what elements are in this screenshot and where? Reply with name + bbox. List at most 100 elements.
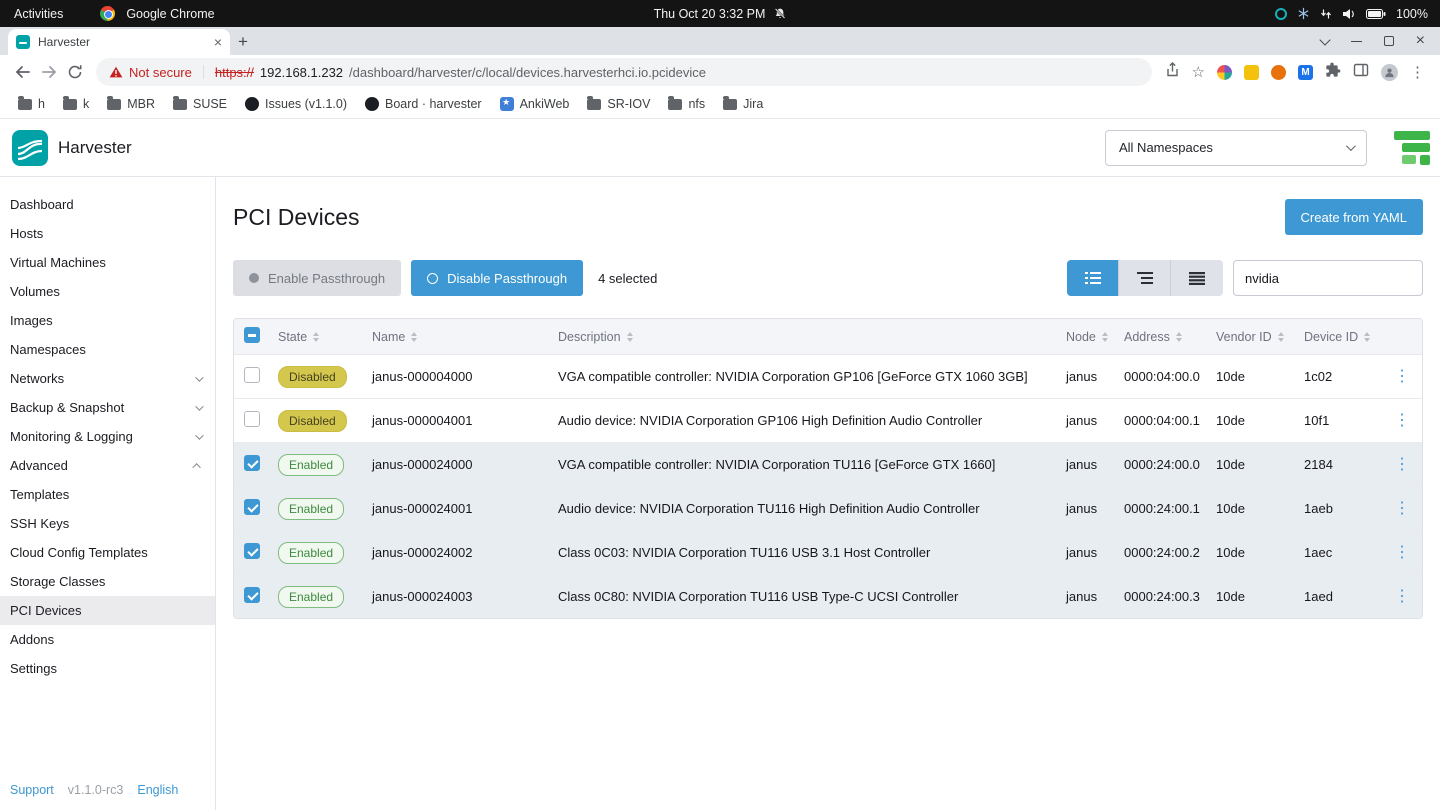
sidebar-item-advanced[interactable]: Advanced <box>0 451 215 480</box>
extension-m-icon[interactable]: M <box>1298 65 1313 80</box>
sidebar-item-namespaces[interactable]: Namespaces <box>0 335 215 364</box>
row-checkbox[interactable] <box>244 499 260 515</box>
volume-icon <box>1342 8 1356 20</box>
side-panel-icon[interactable] <box>1353 62 1369 83</box>
close-window-button[interactable]: × <box>1416 33 1425 49</box>
table-row: Enabled janus-000024002 Class 0C03: NVID… <box>234 530 1422 574</box>
state-badge: Enabled <box>278 542 344 564</box>
bookmark-item[interactable]: Jira <box>715 94 771 114</box>
list-view-button[interactable] <box>1067 260 1119 296</box>
device-node: janus <box>1058 413 1116 428</box>
row-actions-menu-icon[interactable]: ⋮ <box>1394 457 1410 473</box>
sidebar-item-pci-devices[interactable]: PCI Devices <box>0 596 215 625</box>
profile-avatar[interactable] <box>1381 64 1398 81</box>
sidebar: Dashboard Hosts Virtual Machines Volumes… <box>0 177 216 810</box>
column-header-state[interactable]: State <box>270 330 364 344</box>
sidebar-item-cloud-config-templates[interactable]: Cloud Config Templates <box>0 538 215 567</box>
row-actions-menu-icon[interactable]: ⋮ <box>1394 589 1410 605</box>
bookmark-item[interactable]: k <box>55 94 97 114</box>
bookmark-item[interactable]: SUSE <box>165 94 235 114</box>
flat-view-button[interactable] <box>1171 260 1223 296</box>
row-actions-menu-icon[interactable]: ⋮ <box>1394 369 1410 385</box>
sidebar-item-backup-snapshot[interactable]: Backup & Snapshot <box>0 393 215 422</box>
clock-text: Thu Oct 20 3:32 PM <box>654 7 766 21</box>
row-checkbox[interactable] <box>244 543 260 559</box>
device-description: VGA compatible controller: NVIDIA Corpor… <box>550 457 1058 472</box>
search-input[interactable] <box>1233 260 1423 296</box>
bookmark-star-icon[interactable]: ☆ <box>1192 65 1205 80</box>
bookmark-item[interactable]: Board · harvester <box>357 94 490 114</box>
enable-passthrough-button[interactable]: Enable Passthrough <box>233 260 401 296</box>
column-header-description[interactable]: Description <box>550 330 1058 344</box>
disable-passthrough-button[interactable]: Disable Passthrough <box>411 260 583 296</box>
sidebar-item-virtual-machines[interactable]: Virtual Machines <box>0 248 215 277</box>
notifications-muted-icon <box>773 7 786 20</box>
sidebar-item-addons[interactable]: Addons <box>0 625 215 654</box>
column-header-address[interactable]: Address <box>1116 330 1208 344</box>
address-bar[interactable]: Not secure https://192.168.1.232/dashboa… <box>96 58 1152 86</box>
browser-menu-kebab-icon[interactable]: ⋮ <box>1410 63 1425 81</box>
sidebar-item-networks[interactable]: Networks <box>0 364 215 393</box>
row-checkbox[interactable] <box>244 411 260 427</box>
sidebar-item-images[interactable]: Images <box>0 306 215 335</box>
focused-app-name[interactable]: Google Chrome <box>126 7 214 21</box>
sidebar-item-dashboard[interactable]: Dashboard <box>0 190 215 219</box>
bookmark-item[interactable]: MBR <box>99 94 163 114</box>
system-tray[interactable]: 100% <box>1275 7 1440 21</box>
device-description: Audio device: NVIDIA Corporation TU116 H… <box>550 501 1058 516</box>
maximize-button[interactable] <box>1384 36 1394 46</box>
sidebar-item-templates[interactable]: Templates <box>0 480 215 509</box>
sidebar-item-storage-classes[interactable]: Storage Classes <box>0 567 215 596</box>
minimize-button[interactable] <box>1351 41 1362 42</box>
extension-pinwheel-icon[interactable] <box>1217 65 1232 80</box>
back-button[interactable] <box>10 59 36 85</box>
main-content: PCI Devices Create from YAML Enable Pass… <box>216 177 1440 810</box>
device-vendor-id: 10de <box>1208 413 1296 428</box>
bookmark-item[interactable]: nfs <box>660 94 713 114</box>
device-address: 0000:24:00.1 <box>1116 501 1208 516</box>
column-header-device-id[interactable]: Device ID <box>1296 330 1382 344</box>
forward-button[interactable] <box>36 59 62 85</box>
row-actions-menu-icon[interactable]: ⋮ <box>1394 413 1410 429</box>
sidebar-item-ssh-keys[interactable]: SSH Keys <box>0 509 215 538</box>
extensions-puzzle-icon[interactable] <box>1325 62 1341 83</box>
sidebar-item-monitoring-logging[interactable]: Monitoring & Logging <box>0 422 215 451</box>
row-checkbox[interactable] <box>244 587 260 603</box>
view-toggle-group <box>1067 260 1223 296</box>
share-icon[interactable] <box>1165 62 1180 82</box>
row-checkbox[interactable] <box>244 367 260 383</box>
state-badge: Enabled <box>278 586 344 608</box>
row-actions-menu-icon[interactable]: ⋮ <box>1394 501 1410 517</box>
bookmark-item[interactable]: SR-IOV <box>579 94 658 114</box>
support-link[interactable]: Support <box>10 783 54 797</box>
column-header-name[interactable]: Name <box>364 330 550 344</box>
namespace-select[interactable]: All Namespaces <box>1105 130 1367 166</box>
tab-search-chevron-icon[interactable] <box>1319 34 1330 45</box>
tab-close-icon[interactable]: × <box>214 35 222 49</box>
bookmark-item[interactable]: AnkiWeb <box>492 94 578 114</box>
extension-yellow-icon[interactable] <box>1244 65 1259 80</box>
folder-icon <box>18 99 32 110</box>
sidebar-item-hosts[interactable]: Hosts <box>0 219 215 248</box>
sidebar-item-settings[interactable]: Settings <box>0 654 215 683</box>
row-checkbox[interactable] <box>244 455 260 471</box>
row-actions-menu-icon[interactable]: ⋮ <box>1394 545 1410 561</box>
device-description: Audio device: NVIDIA Corporation GP106 H… <box>550 413 1058 428</box>
extension-orange-icon[interactable] <box>1271 65 1286 80</box>
column-header-node[interactable]: Node <box>1058 330 1116 344</box>
state-badge: Enabled <box>278 498 344 520</box>
browser-tab-harvester[interactable]: Harvester × <box>8 29 230 55</box>
column-header-vendor-id[interactable]: Vendor ID <box>1208 330 1296 344</box>
bookmark-item[interactable]: Issues (v1.1.0) <box>237 94 355 114</box>
language-link[interactable]: English <box>137 783 178 797</box>
grouped-view-button[interactable] <box>1119 260 1171 296</box>
snowflake-icon <box>1297 7 1310 20</box>
reload-button[interactable] <box>62 59 88 85</box>
create-from-yaml-button[interactable]: Create from YAML <box>1285 199 1423 235</box>
select-all-checkbox[interactable] <box>244 327 260 343</box>
bookmark-item[interactable]: h <box>10 94 53 114</box>
clock-menu[interactable]: Thu Oct 20 3:32 PM <box>654 7 787 21</box>
new-tab-button[interactable]: + <box>230 29 256 55</box>
activities-button[interactable]: Activities <box>14 7 63 21</box>
sidebar-item-volumes[interactable]: Volumes <box>0 277 215 306</box>
